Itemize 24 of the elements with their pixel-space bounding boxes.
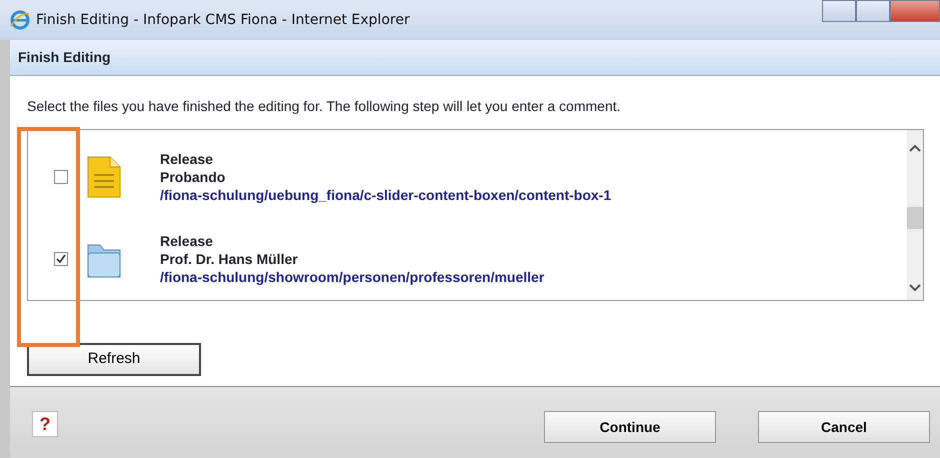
instruction-text: Select the files you have finished the editing for. The following step will let you enter a comment. <box>27 97 622 116</box>
file-action: Release <box>160 150 214 168</box>
maximize-button[interactable] <box>856 0 890 22</box>
close-button[interactable] <box>890 0 940 22</box>
document-icon <box>86 155 122 199</box>
window-title: Finish Editing - Infopark CMS Fiona - Internet Explorer <box>36 10 410 30</box>
checkbox[interactable] <box>54 252 68 266</box>
dialog-title: Finish Editing <box>10 40 940 76</box>
browser-icon <box>10 10 30 30</box>
scrollbar[interactable] <box>907 130 923 300</box>
file-name: Prof. Dr. Hans Müller <box>160 250 299 268</box>
dialog-button[interactable]: Continue <box>544 411 716 443</box>
file-name: Probando <box>160 168 226 186</box>
scroll-down-icon[interactable] <box>909 284 921 292</box>
scroll-thumb[interactable] <box>907 207 923 229</box>
file-action: Release <box>160 232 214 250</box>
help-button[interactable]: ? <box>32 411 58 437</box>
refresh-button[interactable]: Refresh <box>27 343 201 376</box>
scroll-up-icon[interactable] <box>909 144 921 152</box>
dialog-button[interactable]: Cancel <box>758 411 930 443</box>
file-path[interactable]: /fiona-schulung/showroom/personen/professoren/mueller <box>160 268 544 286</box>
minimize-button[interactable] <box>822 0 856 22</box>
checkbox[interactable] <box>54 170 68 184</box>
file-path[interactable]: /fiona-schulung/uebung_fiona/c-slider-content-boxen/content-box-1 <box>160 186 612 204</box>
